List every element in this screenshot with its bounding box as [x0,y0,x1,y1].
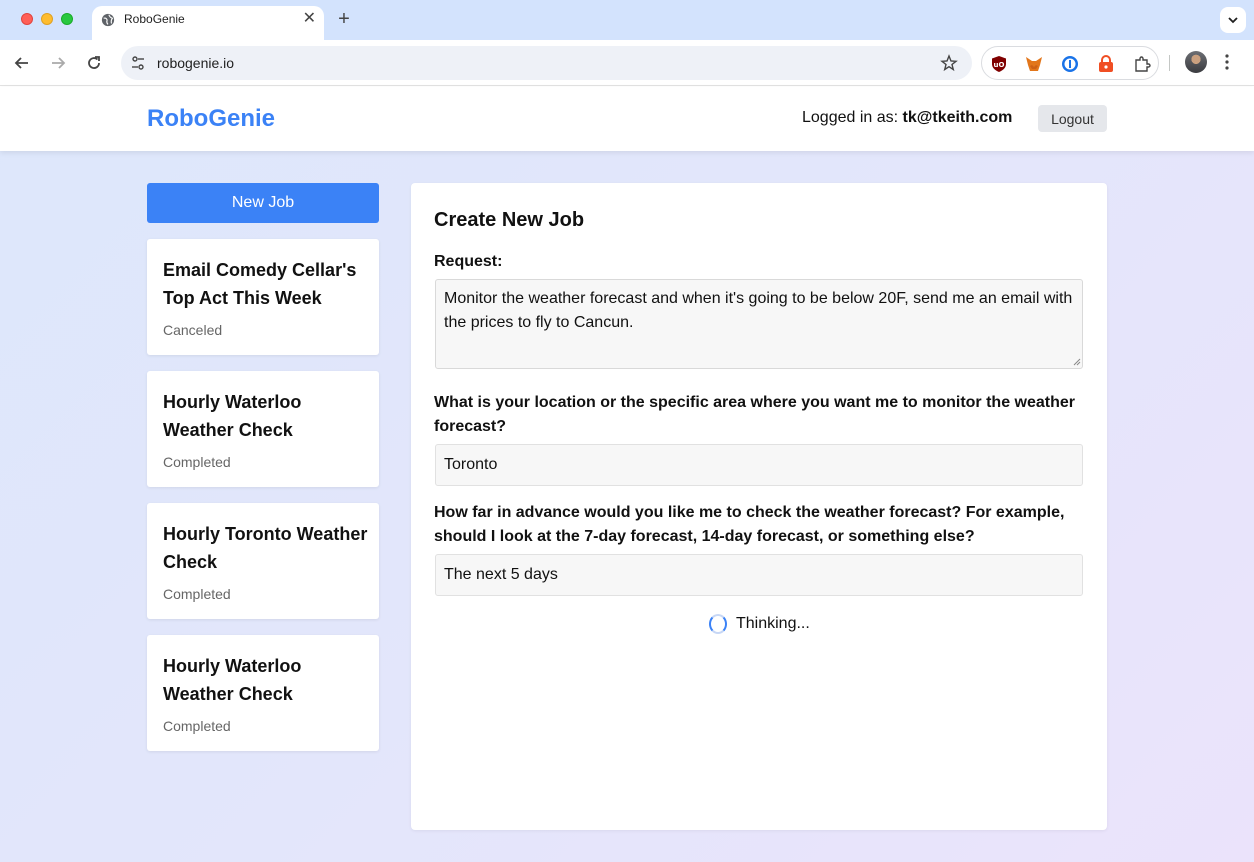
tab-close-icon[interactable]: ✕ [303,9,316,29]
reload-icon[interactable] [84,53,104,73]
more-menu-icon[interactable] [1225,54,1229,70]
app-header: RoboGenie Logged in as: tk@tkeith.com Lo… [0,87,1254,151]
page-content: RoboGenie Logged in as: tk@tkeith.com Lo… [0,87,1254,862]
logout-button[interactable]: Logout [1038,105,1107,132]
location-input[interactable] [435,444,1083,486]
ublock-shield-icon[interactable]: uO [990,55,1008,73]
forward-arrow-icon[interactable] [48,53,68,73]
panel-title: Create New Job [434,209,585,231]
url-text: robogenie.io [157,55,235,71]
question-label: How far in advance would you like me to … [434,504,1065,545]
request-label: Request: [434,253,503,270]
resize-grip-icon[interactable] [1073,358,1081,366]
new-job-button[interactable]: New Job [147,183,379,223]
job-status: Completed [163,586,231,602]
job-title: Hourly Waterloo Weather Check [163,656,302,704]
forecast-range-input[interactable] [435,554,1083,596]
back-arrow-icon[interactable] [12,53,32,73]
job-status: Completed [163,718,231,734]
minimize-window-button[interactable] [41,13,53,25]
password-manager-icon[interactable] [1061,55,1079,73]
job-card[interactable]: Email Comedy Cellar's Top Act This Week … [147,239,379,355]
lock-extension-icon[interactable] [1097,55,1115,73]
job-title: Hourly Waterloo Weather Check [163,392,302,440]
close-window-button[interactable] [21,13,33,25]
browser-toolbar: robogenie.io uO [0,40,1254,86]
job-card[interactable]: Hourly Toronto Weather Check Completed [147,503,379,619]
new-tab-plus-icon[interactable]: + [334,8,354,30]
extensions-group: uO [981,46,1159,80]
address-bar[interactable]: robogenie.io [121,46,972,80]
job-status: Canceled [163,322,223,338]
job-card[interactable]: Hourly Waterloo Weather Check Completed [147,371,379,487]
browser-tabstrip: RoboGenie ✕ + [0,0,1254,40]
user-email: tk@tkeith.com [902,109,1013,126]
job-title: Email Comedy Cellar's Top Act This Week [163,260,357,308]
tab-search-button[interactable] [1220,7,1246,33]
metamask-fox-icon[interactable] [1025,55,1043,73]
chevron-down-icon [1228,17,1238,24]
svg-text:uO: uO [994,61,1005,69]
logged-in-label: Logged in as: [802,109,899,126]
job-card[interactable]: Hourly Waterloo Weather Check Completed [147,635,379,751]
login-info: Logged in as: tk@tkeith.com [802,109,1012,127]
thinking-text: Thinking... [736,615,810,632]
globe-icon [101,13,115,27]
brand-logo[interactable]: RoboGenie [147,105,275,133]
request-textarea[interactable]: Monitor the weather forecast and when it… [435,279,1083,369]
question-label: What is your location or the specific ar… [434,394,1076,435]
job-title: Hourly Toronto Weather Check [163,524,368,572]
toolbar-divider [1169,55,1170,71]
site-settings-icon[interactable] [130,55,146,71]
create-job-panel: Create New Job Request: Monitor the weat… [411,183,1107,830]
puzzle-piece-icon[interactable] [1133,55,1151,73]
bookmark-star-icon[interactable] [940,54,958,72]
profile-avatar[interactable] [1185,51,1207,73]
job-status: Completed [163,454,231,470]
spinner-icon [709,614,727,634]
maximize-window-button[interactable] [61,13,73,25]
browser-tab-active[interactable]: RoboGenie ✕ [92,6,324,40]
tab-title: RoboGenie [124,12,185,26]
